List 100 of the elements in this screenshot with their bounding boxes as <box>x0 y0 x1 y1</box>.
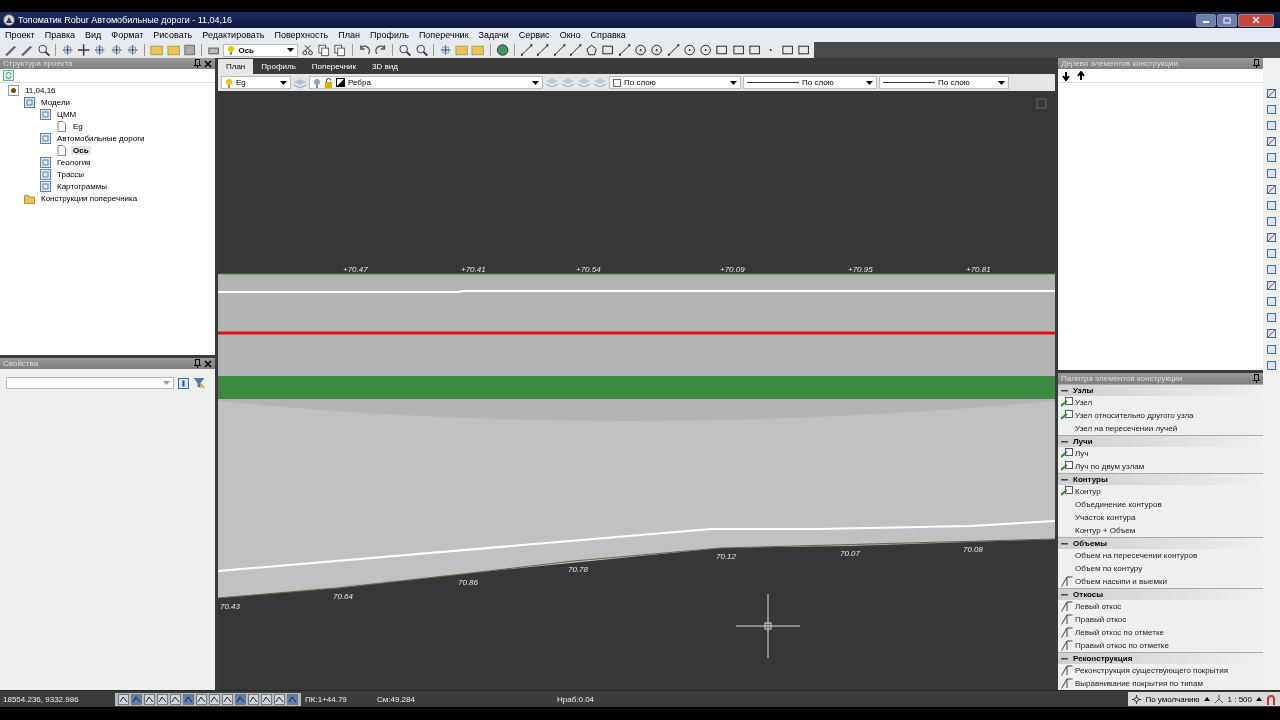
snap-toggle-icon[interactable] <box>209 693 220 705</box>
rect-icon[interactable] <box>748 43 762 57</box>
tool-icon[interactable] <box>1266 360 1277 371</box>
layer-dropdown[interactable]: Ребра <box>309 76 543 89</box>
palette-item[interactable]: Правый откос <box>1075 615 1127 624</box>
tool-icon[interactable] <box>1266 280 1277 291</box>
view-tab[interactable]: 3D вид <box>364 59 406 74</box>
redo-icon[interactable] <box>374 43 388 57</box>
palette-group-header[interactable]: Лучи <box>1058 435 1263 447</box>
menu-item[interactable]: Редактировать <box>202 30 265 40</box>
palette-item[interactable]: Луч <box>1075 449 1089 458</box>
palette-group-header[interactable]: Контуры <box>1058 473 1263 485</box>
pin-icon[interactable] <box>194 359 201 368</box>
circle-icon[interactable] <box>634 43 648 57</box>
zoom-icon[interactable] <box>414 43 428 57</box>
line-icon[interactable] <box>666 43 680 57</box>
menu-item[interactable]: Сервис <box>518 30 550 40</box>
numbered-icon[interactable] <box>178 377 189 389</box>
tool-icon[interactable] <box>1266 232 1277 243</box>
tool-icon[interactable] <box>1266 344 1277 355</box>
tool-icon[interactable] <box>1266 328 1277 339</box>
tool-icon[interactable] <box>1266 136 1277 147</box>
save-icon[interactable] <box>182 43 197 57</box>
tool-icon[interactable] <box>1266 264 1277 275</box>
circle-icon[interactable] <box>650 43 664 57</box>
view-tab[interactable]: Профиль <box>253 59 304 74</box>
snap-toggle-icon[interactable] <box>131 693 142 705</box>
tool-icon[interactable] <box>1266 248 1277 259</box>
menu-item[interactable]: Вид <box>85 30 102 40</box>
tool-icon[interactable] <box>1266 120 1277 131</box>
collapse-icon[interactable] <box>1061 540 1068 547</box>
tool-icon[interactable] <box>1266 184 1277 195</box>
line-icon[interactable] <box>552 43 566 57</box>
grid-icon[interactable] <box>60 43 75 57</box>
menu-item[interactable]: Рисовать <box>153 30 193 40</box>
zoom-icon[interactable] <box>398 43 412 57</box>
line-icon[interactable] <box>519 43 534 57</box>
palette-item[interactable]: Объем насыпи и выемки <box>1075 577 1167 586</box>
menu-item[interactable]: Проект <box>5 30 35 40</box>
surface-dropdown[interactable]: Eg <box>221 76 291 89</box>
undo-icon[interactable] <box>357 43 371 57</box>
palette-item[interactable]: Объединение контуров <box>1075 500 1162 509</box>
copy-icon[interactable] <box>317 43 331 57</box>
tree-item[interactable]: ЦММ <box>55 109 79 119</box>
palette-item[interactable]: Правый откос по отметке <box>1075 641 1169 650</box>
close-icon[interactable] <box>204 59 212 68</box>
zoom-icon[interactable] <box>36 43 50 57</box>
palette-item[interactable]: Объем на пересечении контуров <box>1075 551 1198 560</box>
minimize-button[interactable] <box>1196 13 1216 27</box>
poly-icon[interactable] <box>585 43 599 57</box>
arrow-up-icon[interactable] <box>1076 70 1086 81</box>
palette-item[interactable]: Участок контура <box>1075 513 1136 522</box>
snap-toggle-icon[interactable] <box>287 693 298 705</box>
tree-item[interactable]: Ось <box>71 145 91 155</box>
layer-dropdown[interactable]: Ось <box>223 43 298 57</box>
color-dropdown[interactable]: По слою <box>609 76 741 89</box>
caret-up-icon[interactable] <box>1203 697 1210 701</box>
lineweight-dropdown[interactable]: По слою <box>879 76 1009 89</box>
arrow-down-icon[interactable] <box>1061 70 1071 81</box>
tool-icon[interactable] <box>1266 168 1277 179</box>
tree-item[interactable]: Конструкции поперечника <box>39 193 140 203</box>
line-icon[interactable] <box>568 43 583 57</box>
pin-icon[interactable] <box>1253 374 1260 383</box>
move-icon[interactable] <box>77 43 91 57</box>
snap-toggle-icon[interactable] <box>235 693 246 705</box>
palette-item[interactable]: Левый откос <box>1075 602 1122 611</box>
grid-icon[interactable] <box>109 43 124 57</box>
palette-item[interactable]: Контур + Объем <box>1075 526 1136 535</box>
tool-icon[interactable] <box>1266 200 1277 211</box>
palette-item[interactable]: Контур <box>1075 487 1101 496</box>
rect-icon[interactable] <box>780 43 794 57</box>
magnet-icon[interactable] <box>1266 693 1276 705</box>
palette-item[interactable]: Реконструкция существующего покрытия <box>1075 666 1228 675</box>
menu-item[interactable]: Формат <box>111 30 144 40</box>
tree-item[interactable]: Картограммы <box>55 181 109 191</box>
tool-icon[interactable] <box>1266 104 1277 115</box>
palette-item[interactable]: Объем по контуру <box>1075 564 1143 573</box>
tree-item[interactable]: Геология <box>55 157 93 167</box>
snap-toggle-icon[interactable] <box>196 693 207 705</box>
restore-button[interactable] <box>1217 13 1237 27</box>
collapse-icon[interactable] <box>1061 655 1068 662</box>
snap-toggle-icon[interactable] <box>222 693 233 705</box>
tool-icon[interactable] <box>1266 216 1277 227</box>
palette-item[interactable]: Узел относительно другого узла <box>1075 411 1194 420</box>
tree-item[interactable]: 11,04,16 <box>23 85 58 95</box>
palette-group-header[interactable]: Откосы <box>1058 588 1263 600</box>
menu-item[interactable]: Справка <box>590 30 626 40</box>
snap-toggle-icon[interactable] <box>183 693 194 705</box>
palette-item[interactable]: Выравнивание покрытия по типам <box>1075 679 1203 688</box>
caret-up-icon[interactable] <box>1256 697 1262 701</box>
tree-item[interactable]: Модели <box>39 97 72 107</box>
palette-item[interactable]: Левый откос по отметке <box>1075 628 1164 637</box>
scale-selector[interactable]: 1 : 500 <box>1227 694 1252 704</box>
tree-item[interactable]: Автомобильные дороги <box>55 133 147 143</box>
menu-item[interactable]: Профиль <box>370 30 409 40</box>
rect-icon[interactable] <box>601 43 615 57</box>
palette-item[interactable]: Узел <box>1075 398 1093 407</box>
linetype-dropdown[interactable]: По слою <box>743 76 877 89</box>
snap-toggle-icon[interactable] <box>274 693 285 705</box>
cut-icon[interactable] <box>300 43 315 57</box>
